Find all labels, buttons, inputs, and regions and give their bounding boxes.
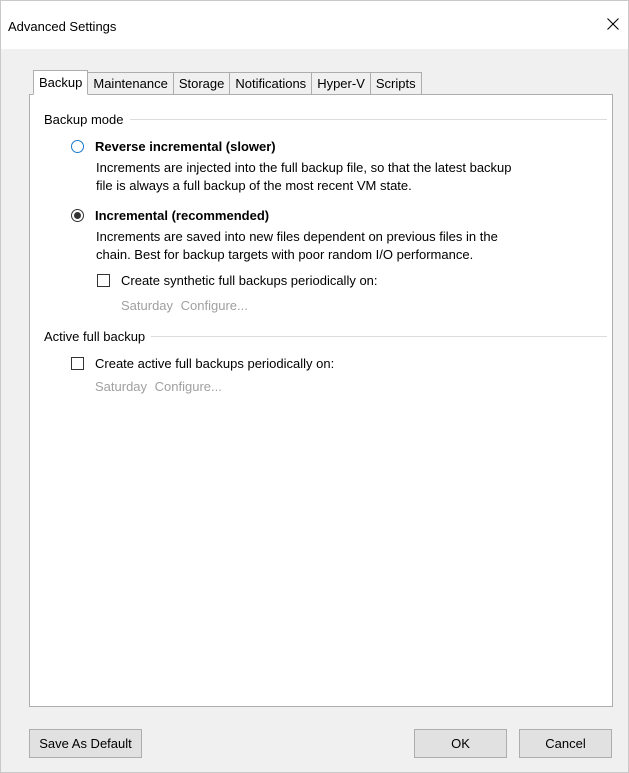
- window-title: Advanced Settings: [8, 19, 117, 34]
- synthetic-full-checkbox-row[interactable]: Create synthetic full backups periodical…: [97, 273, 378, 288]
- description-line: file is always a full backup of the most…: [96, 178, 412, 193]
- backup-mode-group-header: Backup mode: [44, 112, 607, 127]
- close-button[interactable]: [598, 7, 628, 41]
- schedule-day: Saturday: [95, 379, 148, 394]
- save-as-default-button[interactable]: Save As Default: [29, 729, 142, 758]
- description-line: chain. Best for backup targets with poor…: [96, 247, 474, 262]
- cancel-button[interactable]: Cancel: [519, 729, 612, 758]
- tab-hyper-v[interactable]: Hyper-V: [311, 72, 371, 94]
- group-divider: [151, 336, 607, 337]
- tab-label: Maintenance: [93, 76, 168, 91]
- incremental-radio[interactable]: Incremental (recommended): [71, 208, 269, 223]
- synthetic-schedule: Saturday Configure...: [121, 298, 248, 313]
- active-full-checkbox[interactable]: [71, 357, 84, 370]
- description-line: Increments are injected into the full ba…: [96, 160, 512, 175]
- incremental-description: Increments are saved into new files depe…: [96, 228, 498, 264]
- synthetic-full-checkbox[interactable]: [97, 274, 110, 287]
- configure-link[interactable]: Configure...: [181, 298, 248, 313]
- group-title: Active full backup: [44, 329, 146, 344]
- checkbox-label: Create synthetic full backups periodical…: [121, 273, 378, 288]
- tab-maintenance[interactable]: Maintenance: [87, 72, 174, 94]
- tab-label: Storage: [178, 76, 225, 91]
- active-full-checkbox-row[interactable]: Create active full backups periodically …: [71, 356, 334, 371]
- backup-tab-panel: Backup mode Reverse incremental (slower)…: [29, 94, 613, 707]
- ok-button[interactable]: OK: [414, 729, 507, 758]
- reverse-incremental-description: Increments are injected into the full ba…: [96, 159, 512, 195]
- active-full-group-header: Active full backup: [44, 329, 607, 344]
- checkbox-label: Create active full backups periodically …: [95, 356, 335, 371]
- tab-label: Notifications: [235, 76, 307, 91]
- schedule-day: Saturday: [121, 298, 174, 313]
- radio-button[interactable]: [71, 140, 84, 153]
- button-label: Cancel: [545, 736, 586, 751]
- tab-label: Backup: [39, 75, 83, 90]
- group-title: Backup mode: [44, 112, 124, 127]
- radio-button[interactable]: [71, 209, 84, 222]
- tab-label: Hyper-V: [317, 76, 365, 91]
- radio-label: Incremental (recommended): [95, 208, 270, 223]
- button-label: OK: [451, 736, 470, 751]
- tab-strip: Backup Maintenance Storage Notifications…: [33, 70, 422, 95]
- title-bar: Advanced Settings: [1, 1, 628, 49]
- tab-label: Scripts: [375, 76, 416, 91]
- reverse-incremental-radio[interactable]: Reverse incremental (slower): [71, 139, 276, 154]
- radio-selected-dot: [74, 212, 81, 219]
- tab-backup[interactable]: Backup: [33, 70, 89, 95]
- close-icon: [607, 18, 619, 30]
- group-divider: [129, 119, 607, 120]
- radio-label: Reverse incremental (slower): [95, 139, 276, 154]
- advanced-settings-dialog: Advanced Settings Backup Maintenance Sto…: [0, 0, 629, 773]
- configure-link[interactable]: Configure...: [155, 379, 222, 394]
- description-line: Increments are saved into new files depe…: [96, 229, 498, 244]
- active-full-schedule: Saturday Configure...: [95, 379, 222, 394]
- tab-scripts[interactable]: Scripts: [369, 72, 422, 94]
- tab-storage[interactable]: Storage: [172, 72, 231, 94]
- button-label: Save As Default: [39, 736, 132, 751]
- tab-notifications[interactable]: Notifications: [229, 72, 313, 94]
